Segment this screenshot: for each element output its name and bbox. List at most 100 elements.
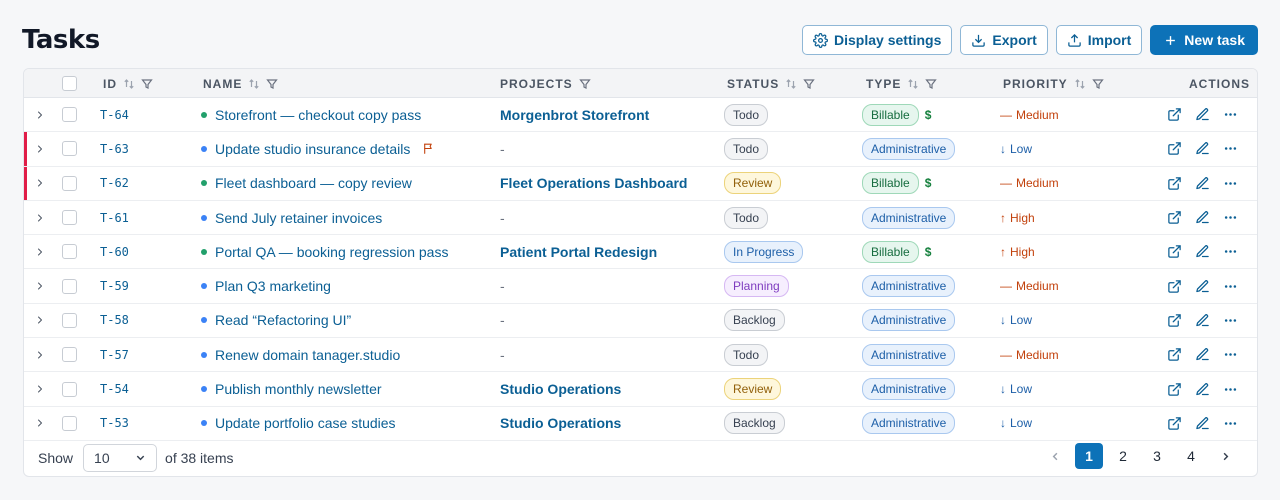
edit-pencil-icon[interactable] (1195, 107, 1210, 122)
table-row[interactable]: T-59 Plan Q3 marketing - Planning Administra… (24, 269, 1257, 304)
open-external-icon[interactable] (1167, 210, 1182, 225)
column-header-status[interactable]: STATUS (727, 69, 815, 98)
column-header-name[interactable]: NAME (203, 69, 279, 98)
edit-pencil-icon[interactable] (1195, 347, 1210, 362)
open-external-icon[interactable] (1167, 107, 1182, 122)
project-link[interactable]: Studio Operations (500, 415, 621, 431)
more-options-icon[interactable] (1223, 176, 1238, 191)
sort-icon[interactable] (785, 78, 797, 90)
open-external-icon[interactable] (1167, 416, 1182, 431)
chevron-right-icon[interactable] (34, 212, 46, 224)
edit-pencil-icon[interactable] (1195, 279, 1210, 294)
edit-pencil-icon[interactable] (1195, 382, 1210, 397)
table-row[interactable]: T-61 Send July retainer invoices - Todo Admi… (24, 201, 1257, 236)
chevron-right-icon[interactable] (34, 177, 46, 189)
row-checkbox[interactable] (62, 141, 77, 157)
display-settings-button[interactable]: Display settings (802, 25, 953, 55)
task-name-link[interactable]: Plan Q3 marketing (215, 278, 331, 294)
row-checkbox[interactable] (62, 210, 77, 226)
more-options-icon[interactable] (1223, 416, 1238, 431)
edit-pencil-icon[interactable] (1195, 313, 1210, 328)
task-name-link[interactable]: Portal QA — booking regression pass (215, 244, 448, 260)
row-checkbox[interactable] (62, 278, 77, 294)
column-header-priority[interactable]: PRIORITY (1003, 69, 1104, 98)
task-name-link[interactable]: Renew domain tanager.studio (215, 347, 400, 363)
new-task-button[interactable]: New task (1150, 25, 1258, 55)
sort-icon[interactable] (907, 78, 919, 90)
task-name-link[interactable]: Read “Refactoring UI” (215, 312, 351, 328)
open-external-icon[interactable] (1167, 382, 1182, 397)
edit-pencil-icon[interactable] (1195, 141, 1210, 156)
table-row[interactable]: T-53 Update portfolio case studies Studio … (24, 407, 1257, 441)
page-button[interactable]: 4 (1177, 443, 1205, 469)
chevron-right-icon[interactable] (34, 246, 46, 258)
sort-icon[interactable] (1074, 78, 1086, 90)
page-button[interactable]: 1 (1075, 443, 1103, 469)
task-name-link[interactable]: Storefront — checkout copy pass (215, 107, 421, 123)
column-header-type[interactable]: TYPE (866, 69, 938, 98)
more-options-icon[interactable] (1223, 107, 1238, 122)
page-size-select[interactable]: 10 (83, 443, 158, 472)
row-checkbox[interactable] (62, 415, 77, 431)
row-checkbox[interactable] (62, 175, 77, 191)
open-external-icon[interactable] (1167, 244, 1182, 259)
filter-icon[interactable] (141, 78, 153, 90)
open-external-icon[interactable] (1167, 313, 1182, 328)
filter-icon[interactable] (925, 78, 938, 90)
chevron-right-icon[interactable] (34, 417, 46, 429)
table-row[interactable]: T-58 Read “Refactoring UI” - Backlog Adminis… (24, 304, 1257, 339)
chevron-right-icon[interactable] (34, 280, 46, 292)
chevron-right-icon[interactable] (34, 143, 46, 155)
table-row[interactable]: T-54 Publish monthly newsletter Studio Ope… (24, 372, 1257, 407)
edit-pencil-icon[interactable] (1195, 416, 1210, 431)
more-options-icon[interactable] (1223, 244, 1238, 259)
column-header-projects[interactable]: PROJECTS (500, 69, 591, 98)
sort-icon[interactable] (248, 78, 260, 90)
task-name-link[interactable]: Fleet dashboard — copy review (215, 175, 412, 191)
page-button[interactable]: 3 (1143, 443, 1171, 469)
more-options-icon[interactable] (1223, 347, 1238, 362)
more-options-icon[interactable] (1223, 313, 1238, 328)
open-external-icon[interactable] (1167, 141, 1182, 156)
task-name-link[interactable]: Publish monthly newsletter (215, 381, 382, 397)
task-name-link[interactable]: Update studio insurance details (215, 141, 410, 157)
filter-icon[interactable] (578, 78, 591, 90)
more-options-icon[interactable] (1223, 210, 1238, 225)
task-name-link[interactable]: Send July retainer invoices (215, 210, 382, 226)
column-header-id[interactable]: ID (103, 69, 153, 98)
table-row[interactable]: T-63 Update studio insurance details - Todo… (24, 132, 1257, 167)
sort-icon[interactable] (123, 78, 135, 90)
next-page-button[interactable] (1211, 443, 1239, 469)
table-row[interactable]: T-64 Storefront — checkout copy pass Morge… (24, 98, 1257, 133)
filter-icon[interactable] (1091, 78, 1104, 90)
row-checkbox[interactable] (62, 381, 77, 397)
edit-pencil-icon[interactable] (1195, 210, 1210, 225)
task-name-link[interactable]: Update portfolio case studies (215, 415, 396, 431)
prev-page-button[interactable] (1041, 443, 1069, 469)
project-link[interactable]: Fleet Operations Dashboard (500, 175, 687, 191)
open-external-icon[interactable] (1167, 347, 1182, 362)
import-button[interactable]: Import (1055, 25, 1143, 55)
export-button[interactable]: Export (960, 25, 1048, 55)
more-options-icon[interactable] (1223, 382, 1238, 397)
edit-pencil-icon[interactable] (1195, 244, 1210, 259)
table-row[interactable]: T-57 Renew domain tanager.studio - Todo Admi… (24, 338, 1257, 373)
more-options-icon[interactable] (1223, 279, 1238, 294)
table-row[interactable]: T-62 Fleet dashboard — copy review Fleet O… (24, 166, 1257, 201)
page-button[interactable]: 2 (1109, 443, 1137, 469)
project-link[interactable]: Patient Portal Redesign (500, 244, 657, 260)
chevron-right-icon[interactable] (34, 109, 46, 121)
filter-icon[interactable] (803, 78, 815, 90)
chevron-right-icon[interactable] (34, 314, 46, 326)
table-row[interactable]: T-60 Portal QA — booking regression pass P… (24, 235, 1257, 270)
chevron-right-icon[interactable] (34, 349, 46, 361)
more-options-icon[interactable] (1223, 141, 1238, 156)
open-external-icon[interactable] (1167, 176, 1182, 191)
row-checkbox[interactable] (62, 312, 77, 328)
chevron-right-icon[interactable] (34, 383, 46, 395)
select-all-checkbox[interactable] (62, 76, 77, 91)
project-link[interactable]: Studio Operations (500, 381, 621, 397)
row-checkbox[interactable] (62, 347, 77, 363)
open-external-icon[interactable] (1167, 279, 1182, 294)
edit-pencil-icon[interactable] (1195, 176, 1210, 191)
